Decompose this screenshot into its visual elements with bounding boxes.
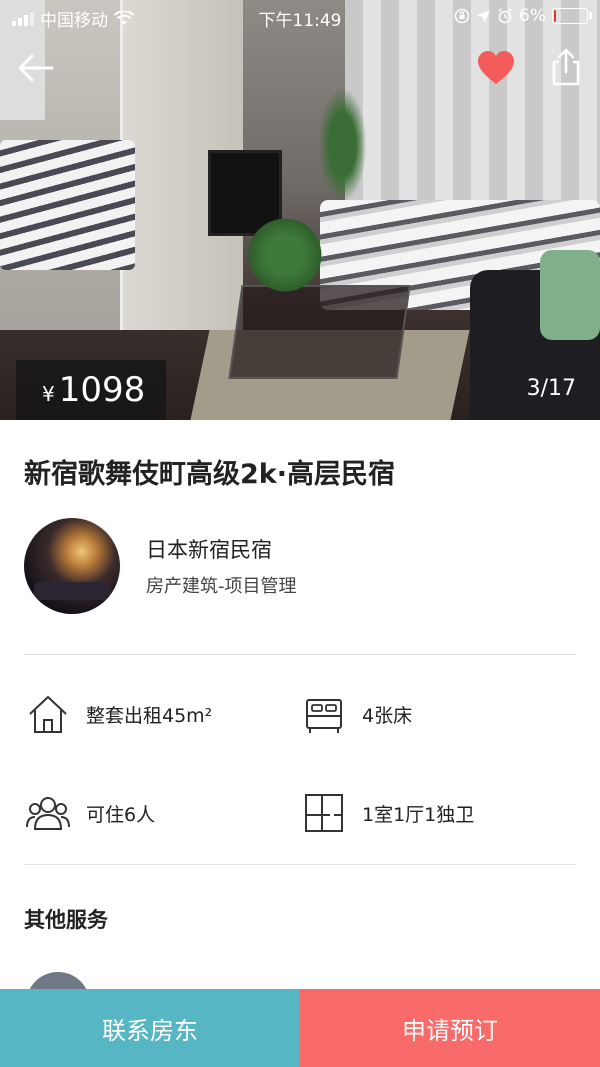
location-icon	[477, 9, 491, 23]
price-amount: 1098	[58, 370, 146, 410]
host-info[interactable]: 日本新宿民宿 房产建筑-项目管理	[24, 518, 584, 618]
contact-host-button[interactable]: 联系房东	[0, 989, 300, 1067]
host-role: 房产建筑-项目管理	[146, 576, 297, 597]
price-tag: ¥ 1098	[16, 360, 166, 420]
battery-fill	[554, 10, 557, 22]
feature-label: 1室1厅1独卫	[362, 803, 475, 826]
photo-plant-tall	[315, 80, 370, 210]
photo-bed-left	[0, 140, 135, 270]
bottom-action-bar: 联系房东 申请预订	[0, 989, 600, 1067]
favorite-button[interactable]	[474, 46, 518, 90]
heart-icon	[478, 51, 514, 84]
status-right: 6%	[454, 6, 592, 26]
photo-curtain	[345, 0, 600, 230]
rotation-lock-icon	[454, 8, 470, 24]
currency-symbol: ¥	[42, 382, 55, 406]
floorplan-icon	[305, 794, 343, 832]
divider	[24, 864, 576, 865]
battery-icon	[552, 8, 592, 24]
arrow-left-icon	[18, 54, 54, 82]
alarm-icon	[498, 8, 512, 24]
host-avatar[interactable]	[24, 518, 120, 614]
photo-counter: 3/17	[526, 376, 576, 401]
feature-label: 可住6人	[86, 803, 156, 826]
listing-title: 新宿歌舞伎町高级2k·高层民宿	[24, 459, 395, 490]
feature-house: 整套出租45m²	[26, 692, 212, 736]
divider	[24, 654, 576, 655]
feature-guests: 可住6人	[26, 791, 155, 835]
share-button[interactable]	[544, 44, 588, 88]
book-button[interactable]: 申请预订	[300, 989, 600, 1067]
bed-icon	[306, 699, 342, 733]
status-bar: 中国移动 下午11:49 6%	[0, 0, 600, 34]
feature-rooms: 1室1厅1独卫	[302, 791, 474, 835]
photo-pillow	[540, 250, 600, 340]
people-icon	[26, 797, 70, 830]
feature-label: 整套出租45m²	[86, 704, 213, 727]
host-name: 日本新宿民宿	[146, 538, 272, 562]
battery-percent: 6%	[519, 6, 546, 26]
section-title-services: 其他服务	[24, 908, 108, 932]
feature-beds: 4张床	[302, 692, 412, 736]
feature-label: 4张床	[362, 704, 413, 727]
back-button[interactable]	[14, 46, 58, 90]
photo-plant	[245, 210, 325, 300]
share-icon	[552, 48, 580, 86]
house-icon	[29, 696, 67, 733]
